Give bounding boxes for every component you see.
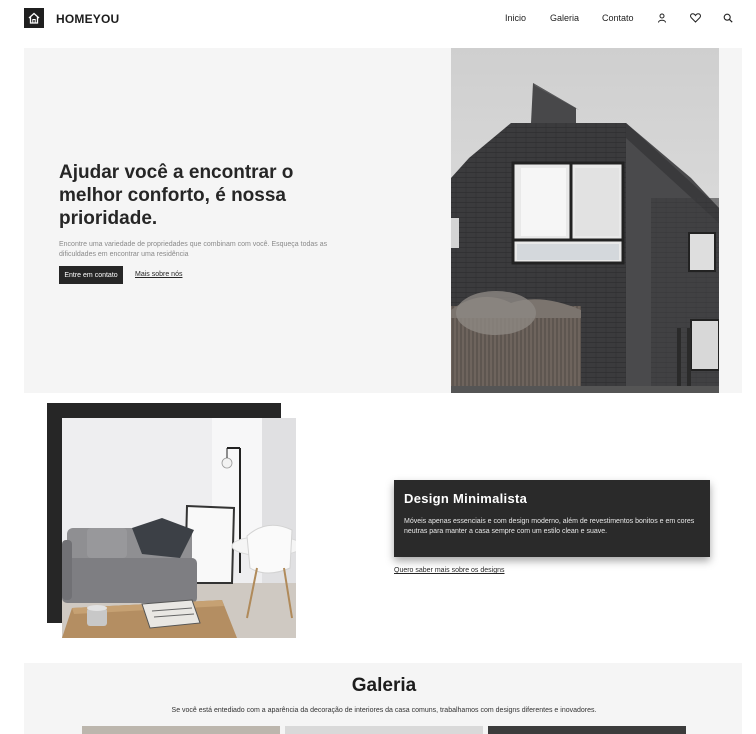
gallery-thumbnail[interactable] xyxy=(488,726,686,734)
gallery-thumbnail[interactable] xyxy=(82,726,280,734)
gallery-section: Galeria Se você está entediado com a apa… xyxy=(24,663,742,734)
nav-galeria[interactable]: Galeria xyxy=(550,13,579,23)
hero-house-image xyxy=(451,48,719,393)
living-room-image xyxy=(62,418,296,638)
designs-link[interactable]: Quero saber mais sobre os designs xyxy=(394,567,505,574)
contact-button[interactable]: Entre em contato xyxy=(59,266,123,284)
nav-inicio[interactable]: Inicio xyxy=(505,13,526,23)
home-logo-icon[interactable] xyxy=(24,8,44,28)
hero-title: Ajudar você a encontrar o melhor confort… xyxy=(59,162,294,229)
more-about-us-link[interactable]: Mais sobre nós xyxy=(135,271,182,278)
nav-contato[interactable]: Contato xyxy=(602,13,634,23)
design-minimalista-card: Design Minimalista Móveis apenas essenci… xyxy=(394,480,710,557)
hero-section: Ajudar você a encontrar o melhor confort… xyxy=(24,48,742,393)
gallery-title: Galeria xyxy=(351,675,417,696)
card-text: Móveis apenas essenciais e com design mo… xyxy=(404,518,695,535)
site-header: HOMEYOU Inicio Galeria Contato xyxy=(0,0,756,40)
gallery-description: Se você está entediado com a aparência d… xyxy=(171,707,597,714)
hero-description: Encontre uma variedade de propriedades q… xyxy=(59,241,328,258)
user-icon[interactable] xyxy=(656,12,668,24)
heart-icon[interactable] xyxy=(689,12,701,24)
gallery-thumbnail[interactable] xyxy=(285,726,483,734)
brand-name[interactable]: HOMEYOU xyxy=(56,12,119,26)
search-icon[interactable] xyxy=(722,12,734,24)
card-title: Design Minimalista xyxy=(404,491,528,506)
